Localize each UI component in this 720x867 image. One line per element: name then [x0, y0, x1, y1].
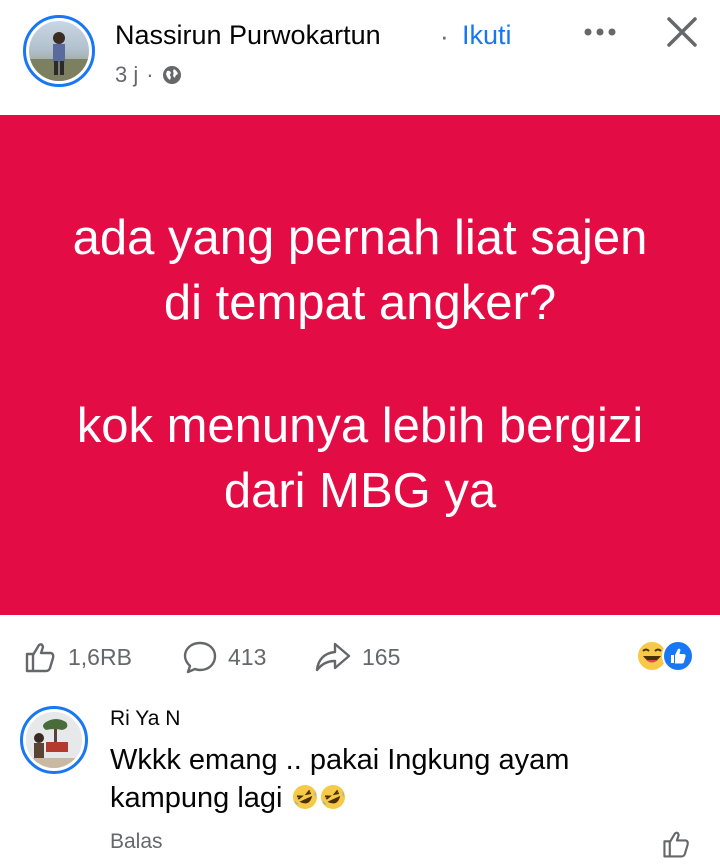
share-icon: [314, 639, 352, 675]
author-name[interactable]: Nassirun Purwokartun: [115, 20, 381, 51]
author-avatar[interactable]: [23, 15, 95, 87]
reaction-summary[interactable]: [634, 638, 698, 674]
comment-icon: [182, 639, 218, 675]
meta-separator: ·: [146, 62, 154, 87]
commenter-name[interactable]: Ri Ya N: [110, 707, 180, 731]
like-badge-icon: [662, 640, 694, 672]
follow-button[interactable]: Ikuti: [462, 20, 512, 51]
post-time[interactable]: 3 j: [115, 62, 138, 88]
banner-text-2: kok menunya lebih bergizi dari MBG ya: [76, 399, 644, 518]
close-icon[interactable]: [664, 14, 700, 50]
post-text-banner: ada yang pernah liat sajen di tempat ang…: [0, 115, 720, 615]
globe-icon: [162, 65, 182, 85]
separator-dot: ·: [440, 21, 449, 51]
comment-text: Wkkk emang .. pakai Ingkung ayam kampung…: [110, 741, 670, 821]
post-header: Nassirun Purwokartun · Ikuti 3 j ·: [0, 0, 720, 115]
banner-text-1: ada yang pernah liat sajen di tempat ang…: [72, 211, 648, 330]
like-icon: [22, 639, 58, 675]
post-stats: 1,6RB 413 165: [0, 634, 720, 680]
comment-action[interactable]: 413: [182, 634, 266, 680]
reply-button[interactable]: Balas: [110, 830, 163, 854]
comment-count: 413: [228, 643, 267, 670]
like-action[interactable]: 1,6RB: [22, 634, 132, 680]
more-options-icon[interactable]: [580, 20, 620, 44]
share-action[interactable]: 165: [314, 634, 400, 680]
share-count: 165: [362, 643, 401, 670]
comment-like-icon[interactable]: [660, 828, 692, 860]
rolling-laughing-emoji-icon: [291, 783, 319, 821]
post-meta: 3 j ·: [115, 62, 182, 88]
rolling-laughing-emoji-icon: [319, 783, 347, 821]
commenter-avatar[interactable]: [20, 706, 88, 774]
like-count: 1,6RB: [68, 643, 132, 670]
